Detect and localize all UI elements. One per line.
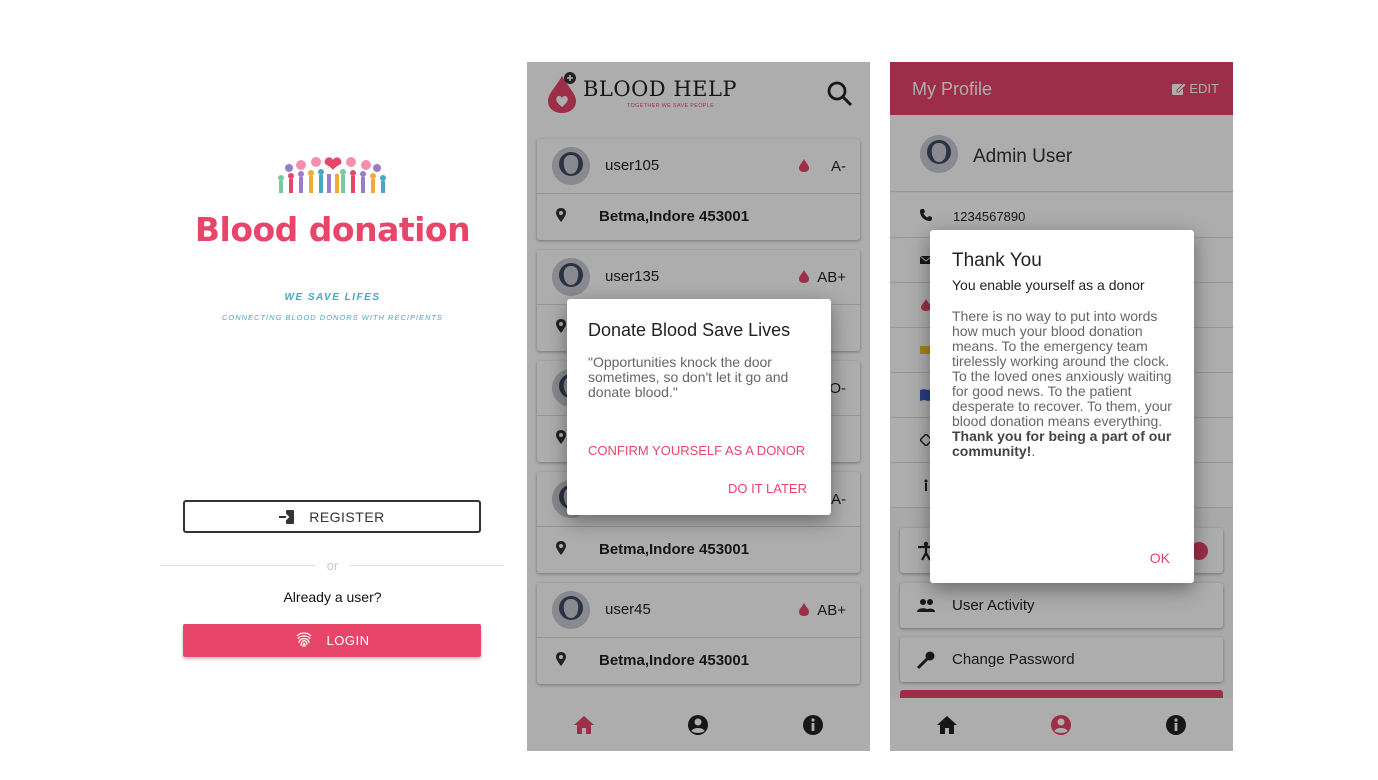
register-label: REGISTER: [309, 508, 385, 525]
register-button[interactable]: REGISTER: [183, 500, 481, 533]
dialog-subtitle: You enable yourself as a donor: [952, 277, 1145, 293]
dialog-body-text: There is no way to put into words how mu…: [952, 308, 1172, 429]
login-screen: Blood donation WE SAVE LIFES CONNECTING …: [161, 62, 504, 751]
confirm-donor-button[interactable]: CONFIRM YOURSELF AS A DONOR: [588, 443, 805, 458]
already-user-text: Already a user?: [283, 589, 382, 605]
login-button[interactable]: LOGIN: [183, 624, 481, 657]
subtitle: CONNECTING BLOOD DONORS WITH RECIPIENTS: [221, 313, 444, 322]
do-it-later-button[interactable]: DO IT LATER: [728, 481, 807, 496]
app-logo-title: Blood donation: [194, 210, 471, 249]
donate-dialog: Donate Blood Save Lives "Opportunities k…: [567, 299, 831, 515]
dialog-title: Thank You: [952, 250, 1042, 271]
tagline: WE SAVE LIFES: [284, 292, 381, 303]
ok-button[interactable]: OK: [1150, 550, 1170, 566]
dialog-title: Donate Blood Save Lives: [588, 320, 791, 340]
dialog-body-bold: Thank you for being a part of our commun…: [952, 428, 1172, 459]
donors-screen: BLOOD HELP TOGETHER WE SAVE PEOPLE user1…: [527, 62, 870, 751]
dialog-body: "Opportunities knock the door sometimes,…: [588, 354, 789, 400]
login-label: LOGIN: [326, 633, 370, 648]
or-label: or: [326, 557, 339, 573]
crowd-logo-icon: [278, 157, 386, 193]
dialog-body: There is no way to put into words how mu…: [952, 309, 1177, 459]
thank-you-dialog: Thank You You enable yourself as a donor…: [930, 230, 1194, 583]
sign-in-icon: [279, 509, 295, 524]
fingerprint-icon: [296, 631, 311, 647]
profile-screen: My Profile EDIT Admin User 1234567890 Us…: [890, 62, 1233, 751]
dialog-body-end: .: [1031, 443, 1036, 459]
or-divider: or: [161, 557, 504, 573]
